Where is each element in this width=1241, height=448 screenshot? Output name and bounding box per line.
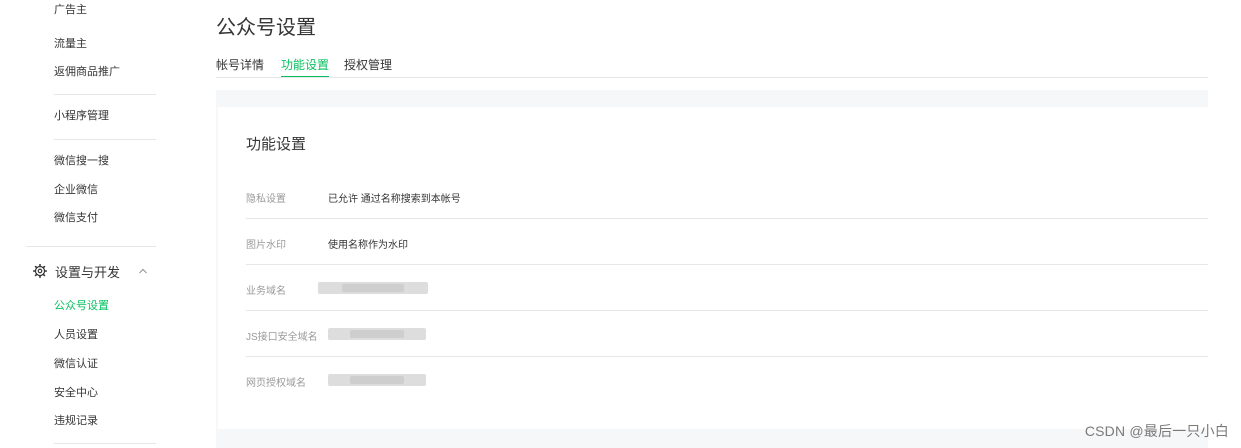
sidebar-item-account-settings[interactable]: 公众号设置 <box>54 299 109 313</box>
setting-label: JS接口安全域名 <box>246 332 318 343</box>
sidebar: 广告主 流量主 返佣商品推广 小程序管理 微信搜一搜 企业微信 微信支付 设置与… <box>0 0 160 448</box>
sidebar-divider <box>26 246 156 247</box>
sidebar-group-label: 设置与开发 <box>55 264 121 280</box>
sidebar-item-publisher[interactable]: 流量主 <box>54 37 87 51</box>
sidebar-item-wechat-search[interactable]: 微信搜一搜 <box>54 154 109 168</box>
sidebar-item-mini-program[interactable]: 小程序管理 <box>54 109 109 123</box>
setting-label: 网页授权域名 <box>246 378 306 389</box>
redacted-value <box>328 374 426 386</box>
sidebar-item-staff-settings[interactable]: 人员设置 <box>54 328 98 342</box>
page-title: 公众号设置 <box>216 17 316 39</box>
setting-value: 使用名称作为水印 <box>328 240 408 251</box>
settings-card: 功能设置 隐私设置 已允许 通过名称搜索到本帐号 图片水印 使用名称作为水印 业… <box>218 107 1208 429</box>
setting-label: 隐私设置 <box>246 194 286 205</box>
sidebar-item-wecom[interactable]: 企业微信 <box>54 183 98 197</box>
gear-icon <box>33 264 47 278</box>
setting-value: 已允许 通过名称搜索到本帐号 <box>328 194 461 205</box>
setting-row-business-domain: 业务域名 <box>246 265 1208 311</box>
setting-row-js-domain: JS接口安全域名 <box>246 311 1208 357</box>
card-title: 功能设置 <box>246 136 307 153</box>
sidebar-divider <box>54 443 156 444</box>
sidebar-divider <box>54 139 156 140</box>
tab-underline <box>216 77 1208 78</box>
sidebar-item-advertiser[interactable]: 广告主 <box>54 3 87 17</box>
setting-row-privacy: 隐私设置 已允许 通过名称搜索到本帐号 <box>246 173 1208 219</box>
sidebar-item-violations[interactable]: 违规记录 <box>54 414 98 428</box>
page-margin <box>1208 0 1241 448</box>
watermark: CSDN @最后一只小白 <box>1084 423 1229 439</box>
main-panel: 公众号设置 帐号详情 功能设置 授权管理 功能设置 隐私设置 已允许 通过名称搜… <box>160 0 1208 448</box>
tab-authorization[interactable]: 授权管理 <box>344 56 392 78</box>
tab-function-settings[interactable]: 功能设置 <box>281 56 330 78</box>
setting-row-watermark: 图片水印 使用名称作为水印 <box>246 219 1208 265</box>
setting-row-oauth-domain: 网页授权域名 <box>246 357 1208 403</box>
sidebar-item-wechat-verify[interactable]: 微信认证 <box>54 357 98 371</box>
tab-account-details[interactable]: 帐号详情 <box>216 56 264 78</box>
sidebar-divider <box>54 94 156 95</box>
sidebar-item-wechat-pay[interactable]: 微信支付 <box>54 211 98 225</box>
sidebar-group-settings-dev[interactable]: 设置与开发 <box>33 262 148 280</box>
redacted-value <box>328 328 426 340</box>
sidebar-item-security-center[interactable]: 安全中心 <box>54 386 98 400</box>
sidebar-item-commission-promo[interactable]: 返佣商品推广 <box>54 65 120 79</box>
setting-label: 图片水印 <box>246 240 286 251</box>
chevron-up-icon[interactable] <box>138 266 148 276</box>
setting-label: 业务域名 <box>246 286 286 297</box>
redacted-value <box>318 282 428 294</box>
